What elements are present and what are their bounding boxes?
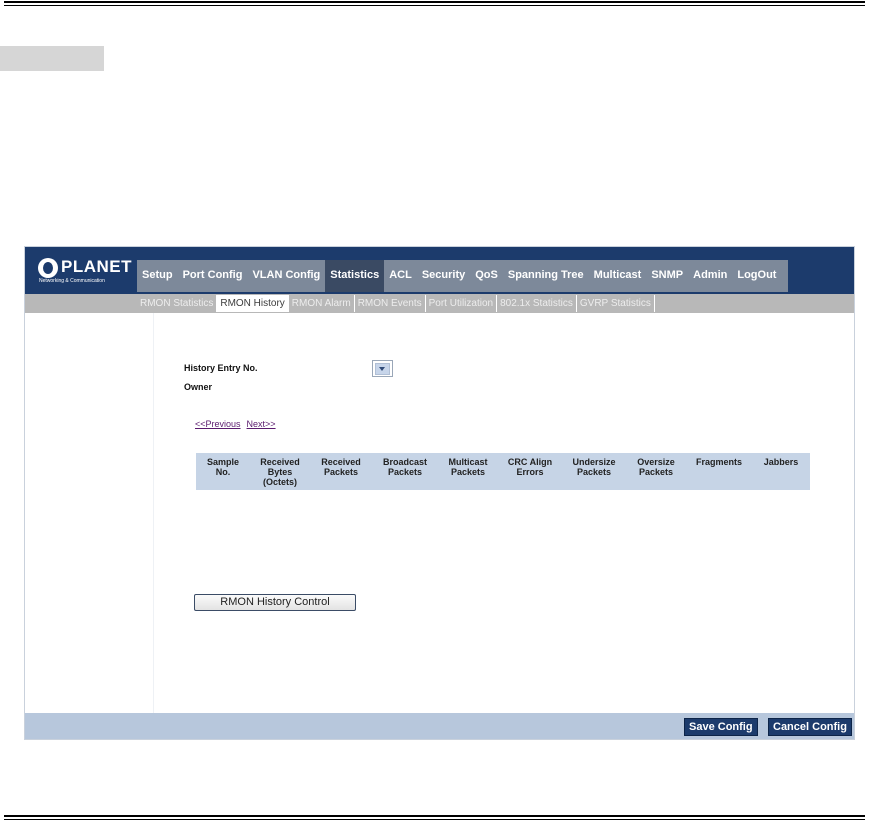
rmon-history-control-button[interactable]: RMON History Control — [194, 594, 356, 611]
column-header-line: Received — [321, 457, 361, 467]
history-entry-label: History Entry No. — [184, 363, 258, 373]
history-table-header: Sample No. Received Bytes (Octets) Received Pa… — [196, 453, 810, 490]
subnav-item-port-utilization[interactable]: Port Utilization — [426, 295, 498, 312]
subnav-item-rmon-events[interactable]: RMON Events — [355, 295, 426, 312]
column-header-line: Received — [260, 457, 300, 467]
owner-label: Owner — [184, 382, 213, 392]
nav-item-setup[interactable]: Setup — [137, 260, 178, 292]
column-header: Undersize Packets — [562, 453, 626, 490]
footer-bar: Save Config Cancel Config — [25, 713, 854, 739]
column-header: Jabbers — [752, 453, 810, 490]
nav-item-snmp[interactable]: SNMP — [646, 260, 688, 292]
nav-item-vlan-config[interactable]: VLAN Config — [247, 260, 325, 292]
column-header: Multicast Packets — [438, 453, 498, 490]
nav-item-spanning-tree[interactable]: Spanning Tree — [503, 260, 589, 292]
column-header-line: Packets — [576, 467, 612, 477]
column-header-line: Jabbers — [763, 457, 799, 467]
column-header-line: CRC Align — [507, 457, 553, 467]
column-header-line: Multicast — [448, 457, 488, 467]
column-header-line: Broadcast — [382, 457, 427, 467]
cancel-config-button[interactable]: Cancel Config — [768, 718, 852, 736]
main-content: History Entry No. Owner <<Previous Next>>… — [154, 313, 854, 713]
column-header: Oversize Packets — [626, 453, 686, 490]
column-header-line: Oversize — [637, 457, 675, 467]
column-header: Fragments — [686, 453, 752, 490]
subnav-item-gvrp-statistics[interactable]: GVRP Statistics — [577, 295, 655, 312]
column-header: Broadcast Packets — [372, 453, 438, 490]
chevron-down-icon[interactable] — [375, 363, 390, 375]
nav-item-statistics[interactable]: Statistics — [325, 260, 385, 292]
left-panel — [25, 313, 154, 713]
column-header-line: Packets — [638, 467, 674, 477]
nav-item-port-config[interactable]: Port Config — [178, 260, 248, 292]
subnav-item-802-1x-statistics[interactable]: 802.1x Statistics — [497, 295, 577, 312]
rmon-history-window: PLANET Networking & Communication Setup P… — [24, 246, 855, 740]
nav-item-admin[interactable]: Admin — [688, 260, 732, 292]
column-header-line: Bytes — [267, 467, 293, 477]
subnav-item-rmon-statistics[interactable]: RMON Statistics — [137, 295, 218, 312]
logo-tagline: Networking & Communication — [39, 278, 105, 284]
nav-item-qos[interactable]: QoS — [470, 260, 503, 292]
column-header-line: Errors — [516, 467, 544, 477]
column-header-line: Packets — [323, 467, 359, 477]
next-link[interactable]: Next>> — [247, 419, 276, 429]
column-header: Received Bytes (Octets) — [250, 453, 310, 490]
nav-item-acl[interactable]: ACL — [384, 260, 417, 292]
history-entry-select[interactable] — [372, 360, 393, 377]
pager: <<Previous Next>> — [195, 419, 282, 429]
column-header-line: Fragments — [695, 457, 742, 467]
column-header-line: No. — [215, 467, 231, 477]
column-header: CRC Align Errors — [498, 453, 562, 490]
planet-logo: PLANET Networking & Communication — [38, 257, 133, 287]
column-header-line: Packets — [450, 467, 486, 477]
main-navigation: Setup Port Config VLAN Config Statistics ACL… — [137, 260, 788, 292]
planet-logo-icon — [38, 258, 58, 278]
column-header: Received Packets — [310, 453, 372, 490]
top-banner: PLANET Networking & Communication Setup P… — [25, 247, 854, 294]
sub-navigation-bar: RMON Statistics RMON History RMON Alarm RMO… — [25, 294, 854, 313]
column-header: Sample No. — [196, 453, 250, 490]
subnav-item-rmon-history[interactable]: RMON History — [217, 295, 289, 312]
nav-item-logout[interactable]: LogOut — [732, 260, 781, 292]
column-header-line: (Octets) — [262, 477, 297, 487]
subnav-item-rmon-alarm[interactable]: RMON Alarm — [289, 295, 355, 312]
nav-item-multicast[interactable]: Multicast — [589, 260, 647, 292]
save-config-button[interactable]: Save Config — [684, 718, 758, 736]
column-header-line: Undersize — [572, 457, 616, 467]
page-bottom-rule — [4, 815, 865, 820]
logo-text: PLANET — [61, 257, 132, 276]
sub-navigation: RMON Statistics RMON History RMON Alarm RMO… — [137, 294, 655, 313]
nav-item-security[interactable]: Security — [417, 260, 470, 292]
previous-link[interactable]: <<Previous — [195, 419, 241, 429]
column-header-line: Packets — [387, 467, 423, 477]
page-top-rule — [4, 1, 865, 6]
header-gray-box — [0, 46, 104, 71]
column-header-line: Sample — [206, 457, 239, 467]
